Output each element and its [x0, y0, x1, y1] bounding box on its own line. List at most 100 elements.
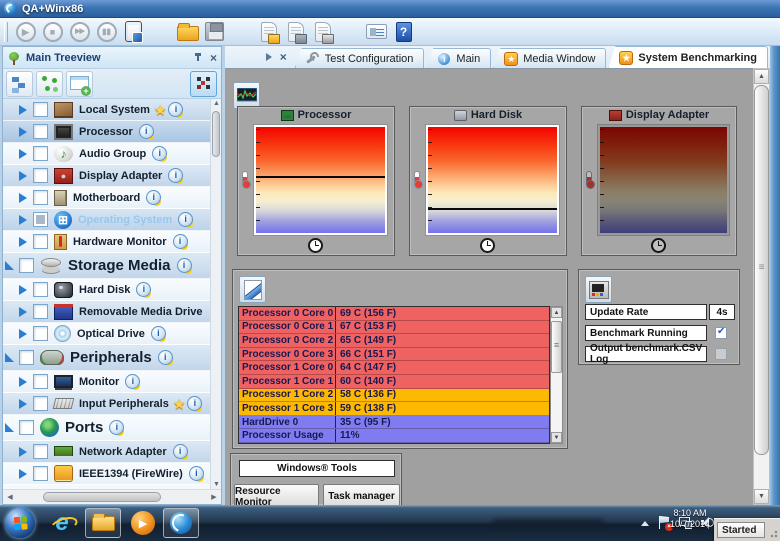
tree-row[interactable]: IEEE1394 (FireWire)	[3, 463, 221, 485]
tree-row[interactable]: Peripherals	[3, 345, 221, 371]
toolbar-button[interactable]	[120, 19, 147, 45]
expand-arrow-icon[interactable]	[19, 126, 28, 137]
toolbar-button[interactable]	[336, 19, 363, 45]
toolbar-grip[interactable]	[4, 21, 8, 42]
treeview-toolbar-button[interactable]	[6, 70, 33, 97]
tree-checkbox[interactable]	[33, 234, 48, 249]
scroll-left-icon[interactable]: ◀	[5, 493, 15, 501]
toolbar-button[interactable]	[255, 19, 282, 45]
toolbar-button[interactable]	[174, 19, 201, 45]
tree-row[interactable]: Storage Media	[3, 253, 221, 279]
expand-arrow-icon[interactable]	[19, 468, 28, 479]
start-button[interactable]	[5, 508, 35, 538]
tab[interactable]: Media Window	[493, 48, 607, 68]
tree-checkbox[interactable]	[33, 168, 48, 183]
tree-checkbox[interactable]	[33, 124, 48, 139]
action-center-icon[interactable]: ×	[658, 516, 673, 531]
tree-checkbox[interactable]	[33, 326, 48, 341]
expand-arrow-icon[interactable]	[19, 284, 28, 295]
tab[interactable]: Main	[426, 48, 492, 68]
tree-row[interactable]: Motherboard	[3, 187, 221, 209]
expand-arrow-icon[interactable]	[5, 422, 14, 433]
tree-row[interactable]: Local System	[3, 99, 221, 121]
scroll-up-icon[interactable]: ▲	[754, 69, 769, 84]
tree-row[interactable]: Hardware Monitor	[3, 231, 221, 253]
tree-row[interactable]: Network Adapter	[3, 441, 221, 463]
toolbar-button[interactable]	[147, 19, 174, 45]
scroll-down-icon[interactable]: ▼	[754, 489, 769, 504]
scroll-down-icon[interactable]: ▼	[212, 481, 221, 488]
scroll-thumb[interactable]	[212, 111, 220, 157]
taskbar-explorer[interactable]	[85, 508, 121, 538]
toolbar-button[interactable]: ▶	[12, 19, 39, 45]
tree-checkbox[interactable]	[19, 258, 34, 273]
tree-checkbox[interactable]	[33, 190, 48, 205]
expand-arrow-icon[interactable]	[5, 352, 14, 363]
tree-checkbox[interactable]	[33, 444, 48, 459]
toolbar-button[interactable]	[363, 19, 390, 45]
tab[interactable]: Test Configuration	[294, 48, 425, 68]
scroll-up-icon[interactable]: ▲	[551, 307, 562, 318]
expand-arrow-icon[interactable]	[19, 328, 28, 339]
treeview-toolbar-button[interactable]	[190, 70, 217, 97]
tab[interactable]: System Benchmarking	[608, 46, 768, 68]
taskbar-internet-explorer[interactable]: e	[47, 508, 77, 538]
toolbar-button[interactable]	[282, 19, 309, 45]
expand-arrow-icon[interactable]	[5, 260, 14, 271]
tree-checkbox[interactable]	[19, 420, 34, 435]
toolbar-button[interactable]	[228, 19, 255, 45]
toolbar-button[interactable]: ▶▶	[66, 19, 93, 45]
performance-graph-button[interactable]	[233, 82, 260, 109]
tree-checkbox[interactable]	[19, 350, 34, 365]
benchmark-running-checkbox[interactable]	[715, 326, 727, 339]
update-rate-value[interactable]: 4s	[709, 304, 735, 320]
tree-checkbox[interactable]	[33, 212, 48, 227]
treeview-toolbar-button[interactable]	[36, 70, 63, 97]
table-vertical-scrollbar[interactable]: ▲ ▼	[550, 306, 563, 444]
scroll-right-icon[interactable]: ▶	[209, 493, 219, 501]
tree-row[interactable]: Monitor	[3, 371, 221, 393]
tree-checkbox[interactable]	[33, 374, 48, 389]
tree-checkbox[interactable]	[33, 282, 48, 297]
tree-checkbox[interactable]	[33, 396, 48, 411]
tree-row[interactable]: Display Adapter	[3, 165, 221, 187]
monitor-settings-button[interactable]	[585, 276, 612, 303]
tree-checkbox[interactable]	[33, 102, 48, 117]
tree-row[interactable]: Removable Media Drive	[3, 301, 221, 323]
scroll-thumb[interactable]	[754, 85, 769, 455]
tree-row[interactable]: Audio Group	[3, 143, 221, 165]
scroll-down-icon[interactable]: ▼	[551, 432, 562, 443]
tree-checkbox[interactable]	[33, 466, 48, 481]
tree-checkbox[interactable]	[33, 304, 48, 319]
tree-row[interactable]: Operating System	[3, 209, 221, 231]
toolbar-button[interactable]: ■	[39, 19, 66, 45]
toolbar-button[interactable]	[201, 19, 228, 45]
tab-close-icon[interactable]: ×	[280, 51, 287, 63]
csv-log-checkbox[interactable]	[715, 348, 727, 360]
expand-arrow-icon[interactable]	[19, 446, 28, 457]
tab-overflow-icon[interactable]	[265, 53, 272, 61]
scroll-thumb[interactable]	[43, 492, 161, 502]
expand-arrow-icon[interactable]	[19, 192, 28, 203]
tree-checkbox[interactable]	[33, 146, 48, 161]
tree-row[interactable]: Processor	[3, 121, 221, 143]
tree-row[interactable]: Optical Drive	[3, 323, 221, 345]
toolbar-button[interactable]	[309, 19, 336, 45]
log-edit-button[interactable]	[239, 276, 266, 303]
tree-horizontal-scrollbar[interactable]: ◀ ▶	[3, 489, 221, 504]
expand-arrow-icon[interactable]	[19, 236, 28, 247]
taskbar-clock[interactable]: 8:10 AM 10/7/2014	[670, 508, 710, 530]
toolbar-button[interactable]: ▮▮	[93, 19, 120, 45]
treeview-toolbar-button[interactable]	[66, 70, 93, 97]
scroll-thumb[interactable]	[551, 321, 562, 373]
tree-row[interactable]: Hard Disk	[3, 279, 221, 301]
tree-row[interactable]: Ports	[3, 415, 221, 441]
expand-arrow-icon[interactable]	[19, 376, 28, 387]
expand-arrow-icon[interactable]	[19, 214, 28, 225]
pin-icon[interactable]	[192, 52, 204, 64]
expand-arrow-icon[interactable]	[19, 148, 28, 159]
taskbar-media-player[interactable]: ▶	[131, 511, 155, 535]
expand-arrow-icon[interactable]	[19, 398, 28, 409]
tree-row[interactable]: Input Peripherals	[3, 393, 221, 415]
expand-arrow-icon[interactable]	[19, 306, 28, 317]
